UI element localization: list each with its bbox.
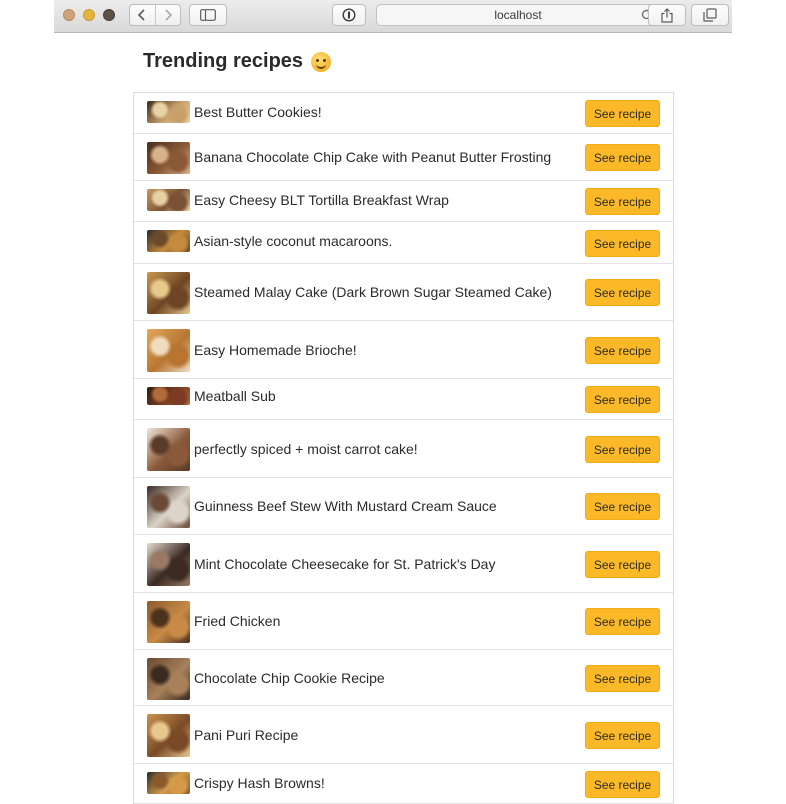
recipe-title: Fried Chicken [194, 613, 281, 629]
recipe-title: Mint Chocolate Cheesecake for St. Patric… [194, 556, 496, 572]
close-window-button[interactable] [63, 9, 75, 21]
see-recipe-button[interactable]: See recipe [585, 230, 660, 257]
see-recipe-button[interactable]: See recipe [585, 722, 660, 749]
tabs-icon [703, 8, 717, 22]
see-recipe-button[interactable]: See recipe [585, 665, 660, 692]
recipe-row: Chocolate Chip Cookie Recipe See recipe [134, 650, 673, 706]
banana-cake-thumbnail [147, 142, 190, 174]
see-recipe-button[interactable]: See recipe [585, 144, 660, 171]
recipe-title: Best Butter Cookies! [194, 104, 322, 120]
share-button[interactable] [648, 4, 686, 26]
butter-cookies-thumbnail [147, 101, 190, 123]
recipe-title: Easy Homemade Brioche! [194, 342, 357, 358]
hash-browns-thumbnail [147, 772, 190, 794]
forward-button[interactable] [154, 5, 181, 25]
blt-wrap-thumbnail [147, 189, 190, 211]
browser-toolbar: localhost [54, 0, 732, 33]
see-recipe-button[interactable]: See recipe [585, 608, 660, 635]
forward-arrow-icon [165, 9, 172, 21]
recipe-title: Steamed Malay Cake (Dark Brown Sugar Ste… [194, 284, 552, 300]
see-recipe-button[interactable]: See recipe [585, 386, 660, 413]
fried-chicken-thumbnail [147, 601, 190, 643]
page-title-text: Trending recipes [143, 50, 304, 72]
recipe-row: Guinness Beef Stew With Mustard Cream Sa… [134, 478, 673, 535]
mint-cheesecake-thumbnail [147, 543, 190, 586]
recipe-title: Easy Cheesy BLT Tortilla Breakfast Wrap [194, 192, 449, 208]
password-button[interactable] [332, 4, 366, 26]
sidebar-button[interactable] [189, 4, 227, 26]
recipe-row: Fried Chicken See recipe [134, 593, 673, 650]
share-icon [661, 7, 673, 23]
meatball-sub-thumbnail [147, 387, 190, 405]
recipe-row: Mint Chocolate Cheesecake for St. Patric… [134, 535, 673, 593]
zoom-window-button[interactable] [103, 9, 115, 21]
recipe-row: perfectly spiced + moist carrot cake! See… [134, 420, 673, 478]
minimize-window-button[interactable] [83, 9, 95, 21]
recipe-title: Crispy Hash Browns! [194, 775, 325, 791]
page-title: Trending recipes [143, 50, 332, 73]
see-recipe-button[interactable]: See recipe [585, 100, 660, 127]
recipe-row: Best Butter Cookies! See recipe [134, 93, 673, 134]
address-bar[interactable]: localhost [376, 4, 660, 26]
show-tabs-button[interactable] [691, 4, 729, 26]
recipe-title: Chocolate Chip Cookie Recipe [194, 670, 385, 686]
back-button[interactable] [130, 5, 155, 25]
recipe-row: Easy Cheesy BLT Tortilla Breakfast Wrap S… [134, 181, 673, 222]
recipe-row: Meatball Sub See recipe [134, 379, 673, 420]
url-text: localhost [494, 8, 542, 22]
see-recipe-button[interactable]: See recipe [585, 188, 660, 215]
recipe-title: Meatball Sub [194, 388, 276, 404]
recipe-row: Asian-style coconut macaroons. See recipe [134, 222, 673, 264]
recipe-title: Asian-style coconut macaroons. [194, 233, 393, 249]
see-recipe-button[interactable]: See recipe [585, 279, 660, 306]
see-recipe-button[interactable]: See recipe [585, 436, 660, 463]
see-recipe-button[interactable]: See recipe [585, 493, 660, 520]
navigation-buttons [129, 4, 181, 26]
see-recipe-button[interactable]: See recipe [585, 771, 660, 798]
coconut-macaroons-thumbnail [147, 230, 190, 252]
pani-puri-thumbnail [147, 714, 190, 757]
recipe-row: Crispy Hash Browns! See recipe [134, 764, 673, 804]
chocolate-chip-cookie-thumbnail [147, 658, 190, 700]
recipe-row: Easy Homemade Brioche! See recipe [134, 321, 673, 379]
smiling-face-icon [311, 51, 332, 72]
carrot-cake-thumbnail [147, 428, 190, 471]
recipe-title: Pani Puri Recipe [194, 727, 299, 743]
recipe-title: perfectly spiced + moist carrot cake! [194, 441, 418, 457]
password-icon [342, 8, 356, 22]
recipe-title: Guinness Beef Stew With Mustard Cream Sa… [194, 498, 497, 514]
back-arrow-icon [138, 9, 145, 21]
brioche-thumbnail [147, 329, 190, 372]
malay-cake-thumbnail [147, 272, 190, 314]
see-recipe-button[interactable]: See recipe [585, 337, 660, 364]
beef-stew-thumbnail [147, 486, 190, 528]
recipe-row: Steamed Malay Cake (Dark Brown Sugar Ste… [134, 264, 673, 321]
recipe-row: Pani Puri Recipe See recipe [134, 706, 673, 764]
recipe-list: Best Butter Cookies! See recipe Banana Cho… [133, 92, 674, 804]
recipe-row: Banana Chocolate Chip Cake with Peanut B… [134, 134, 673, 181]
see-recipe-button[interactable]: See recipe [585, 551, 660, 578]
recipe-title: Banana Chocolate Chip Cake with Peanut B… [194, 149, 552, 165]
sidebar-icon [200, 9, 216, 21]
